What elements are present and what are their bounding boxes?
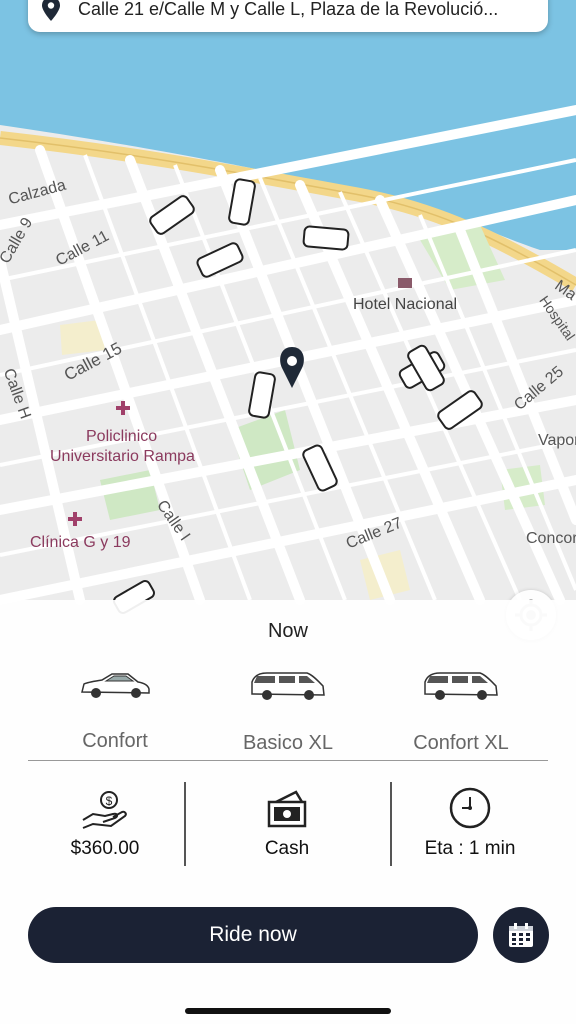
van-icon	[251, 672, 325, 700]
time-selector-now[interactable]: Now	[0, 620, 576, 643]
eta-value: Eta : 1 min	[424, 838, 516, 859]
car-option-basico-xl[interactable]: Basico XL	[203, 670, 373, 755]
sedan-icon	[81, 673, 150, 698]
fare-estimate: $ $360.00	[40, 790, 170, 870]
payment-method[interactable]: Cash	[222, 790, 352, 870]
poi-hotel-nacional: Hotel Nacional	[353, 296, 458, 313]
car-option-label: Basico XL	[242, 732, 334, 754]
car-option-confort-xl[interactable]: Confort XL	[376, 670, 546, 755]
location-pin-icon	[42, 0, 60, 21]
schedule-ride-button[interactable]	[493, 907, 549, 963]
money-hand-icon: $	[82, 791, 127, 829]
app-screen: Calzada Calle 9 Calle 11 Calle 15 Calle …	[0, 0, 576, 1024]
section-divider	[28, 760, 548, 761]
home-indicator[interactable]	[185, 1008, 391, 1014]
ride-now-button[interactable]: Ride now	[28, 907, 478, 963]
car-option-label: Confort XL	[413, 732, 509, 754]
ride-options-sheet: Now Confort Basico XL Confort XL $ $360.…	[0, 600, 576, 1024]
street-label-concor: Concor	[526, 530, 576, 547]
address-text: Calle 21 e/Calle M y Calle L, Plaza de l…	[78, 0, 499, 19]
poi-policlinico-line1: Policlinico	[86, 428, 158, 445]
van-icon	[424, 672, 498, 700]
info-separator	[390, 782, 392, 866]
info-separator	[184, 782, 186, 866]
car-option-confort[interactable]: Confort	[30, 670, 200, 753]
car-option-label: Confort	[82, 730, 148, 752]
address-bar[interactable]: Calle 21 e/Calle M y Calle L, Plaza de l…	[28, 0, 548, 32]
fare-value: $360.00	[70, 838, 140, 859]
calendar-icon	[509, 923, 533, 947]
svg-text:$: $	[106, 794, 113, 808]
poi-policlinico-line2: Universitario Rampa	[50, 448, 195, 465]
cash-icon	[267, 790, 307, 828]
clock-icon	[449, 787, 491, 829]
street-label-vapor: Vapor	[538, 432, 576, 449]
eta-estimate: Eta : 1 min	[405, 787, 535, 870]
poi-clinica-g-y-19: Clínica G y 19	[30, 534, 131, 551]
payment-value: Cash	[264, 838, 310, 859]
